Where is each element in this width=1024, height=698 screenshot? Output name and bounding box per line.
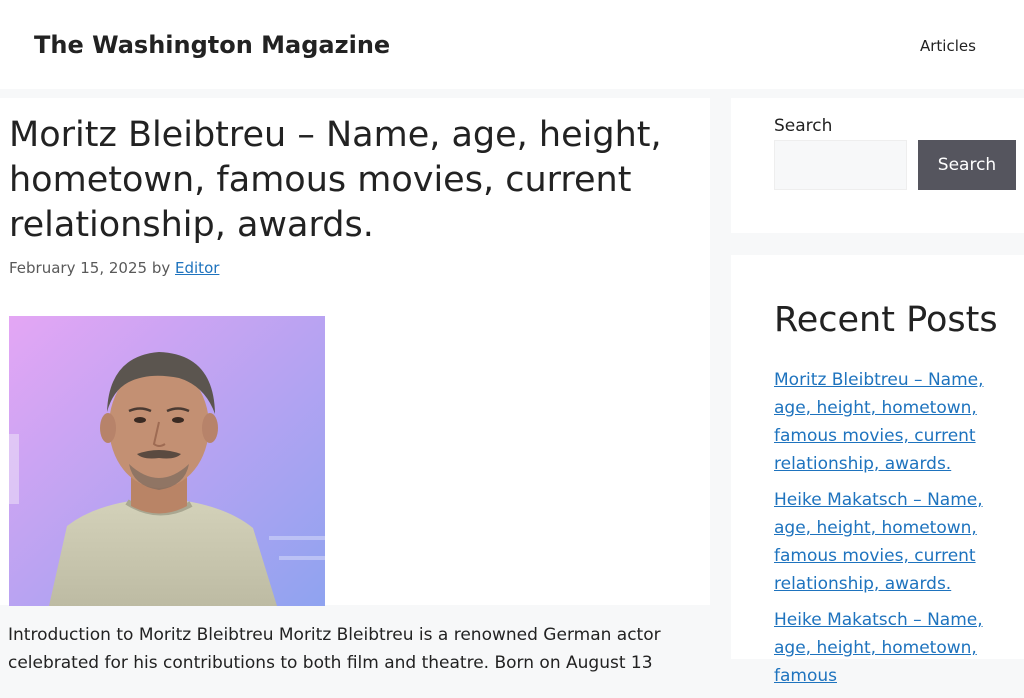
site-title[interactable]: The Washington Magazine <box>34 31 390 59</box>
recent-posts-list: Moritz Bleibtreu – Name, age, height, ho… <box>774 366 1022 698</box>
page-title: Moritz Bleibtreu – Name, age, height, ho… <box>9 115 662 245</box>
nav-articles[interactable]: Articles <box>920 37 976 55</box>
recent-post-link[interactable]: Heike Makatsch – Name, age, height, home… <box>774 490 983 594</box>
recent-post-link[interactable]: Heike Makatsch – Name, age, height, home… <box>774 610 983 686</box>
list-item: Heike Makatsch – Name, age, height, home… <box>774 606 1022 690</box>
list-item: Heike Makatsch – Name, age, height, home… <box>774 486 1022 598</box>
featured-image <box>9 316 325 606</box>
list-item: Moritz Bleibtreu – Name, age, height, ho… <box>774 366 1022 478</box>
recent-posts-heading: Recent Posts <box>774 300 998 340</box>
post-date: February 15, 2025 <box>9 259 148 277</box>
portrait-photo <box>9 316 325 606</box>
search-input[interactable] <box>774 140 907 190</box>
entry-meta: February 15, 2025 by Editor <box>9 259 219 277</box>
site-header: The Washington Magazine Articles <box>0 0 1024 89</box>
article-intro: Introduction to Moritz Bleibtreu Moritz … <box>8 625 661 673</box>
search-label: Search <box>774 116 833 136</box>
byline-by: by <box>151 259 171 277</box>
author-link[interactable]: Editor <box>175 259 219 277</box>
recent-post-link[interactable]: Moritz Bleibtreu – Name, age, height, ho… <box>774 370 984 474</box>
search-button[interactable]: Search <box>918 140 1016 190</box>
